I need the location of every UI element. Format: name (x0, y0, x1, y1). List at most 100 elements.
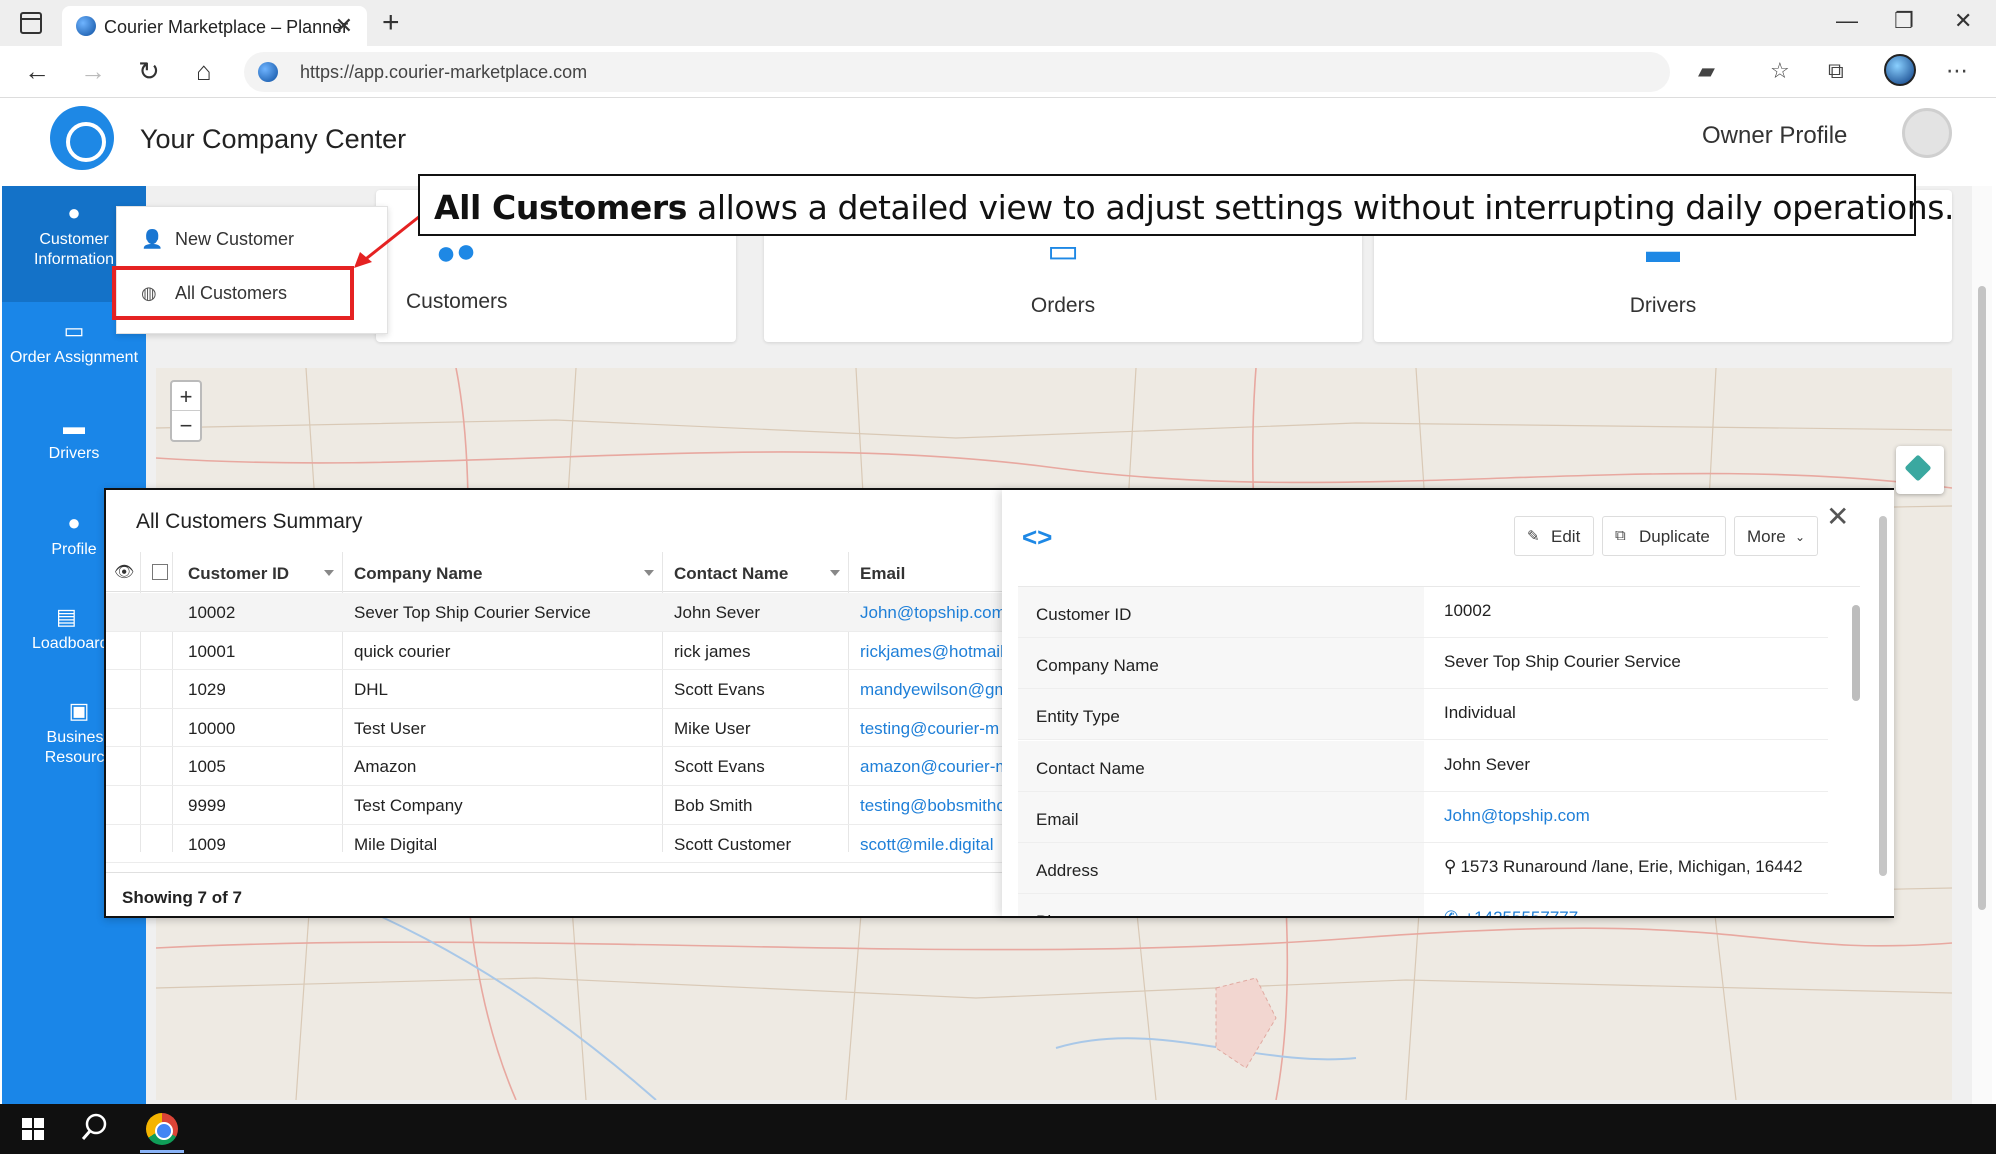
company-logo-icon[interactable] (50, 106, 114, 170)
highlight-box (112, 266, 354, 320)
favorites-icon[interactable]: ☆ (1770, 58, 1790, 84)
chrome-icon[interactable] (146, 1113, 178, 1145)
minimize-icon[interactable]: — (1836, 8, 1858, 34)
cell-company-name: Amazon (354, 757, 417, 777)
detail-field-value[interactable]: ✆ +14255557777 (1444, 908, 1578, 916)
home-icon[interactable]: ⌂ (196, 56, 212, 87)
cell-company-name: Mile Digital (354, 834, 438, 854)
owner-profile-link[interactable]: Owner Profile (1702, 122, 1847, 150)
pencil-icon: ✎ (1527, 528, 1540, 545)
url-field[interactable]: https://app.courier-marketplace.com (244, 52, 1670, 92)
search-icon[interactable] (80, 1112, 110, 1142)
detail-field-value[interactable]: John@topship.com (1444, 806, 1590, 826)
card-label: Drivers (1629, 294, 1697, 317)
avatar[interactable] (1902, 108, 1952, 158)
menu-item-new-customer[interactable]: 👤 New Customer (117, 219, 387, 259)
cell-email-link[interactable]: testing@bobsmithc (860, 796, 1004, 816)
sidebar-item-drivers[interactable]: ▬ Drivers (2, 416, 146, 496)
more-button-label: More (1747, 527, 1786, 546)
table-row[interactable]: 10000 Test User Mike User testing@courier-m (106, 709, 1004, 748)
customers-card-label: Customers (406, 290, 508, 313)
showing-count: Showing 7 of 7 (122, 888, 242, 907)
cell-contact-name: John Sever (674, 603, 760, 622)
sort-icon[interactable] (324, 570, 334, 576)
cell-company-name: Test Company (354, 796, 463, 815)
eye-icon[interactable]: 👁 (114, 562, 134, 582)
detail-field-row: Phone ✆ +14255557777 (1018, 894, 1828, 916)
more-dropdown-button[interactable]: More ⌄ (1734, 516, 1818, 556)
column-header-company-name[interactable]: Company Name (354, 564, 482, 584)
forward-icon[interactable]: → (80, 56, 106, 87)
detail-field-value: Sever Top Ship Courier Service (1444, 652, 1681, 672)
sidebar-item-label: Order Assignment (9, 349, 139, 366)
close-icon[interactable]: ✕ (1826, 500, 1849, 533)
column-header-contact-name[interactable]: Contact Name (674, 564, 788, 584)
cell-customer-id: 9999 (188, 796, 226, 815)
cell-email-link[interactable]: rickjames@hotmail (860, 642, 1004, 662)
cell-contact-name: Scott Customer (674, 834, 792, 854)
detail-scrollbar[interactable] (1852, 595, 1860, 905)
edit-button[interactable]: ✎ Edit (1514, 516, 1594, 556)
users-icon: ● (67, 510, 81, 535)
panel-scroll-thumb[interactable] (1879, 516, 1887, 876)
detail-field-list[interactable]: Customer ID 10002 Company Name Sever Top Sh… (1018, 586, 1860, 916)
table-row[interactable]: 1005 Amazon Scott Evans amazon@courier-m (106, 747, 1004, 786)
column-header-customer-id[interactable]: Customer ID (188, 564, 289, 584)
table-row[interactable]: 10002 Sever Top Ship Courier Service John … (106, 593, 1004, 632)
more-menu-icon[interactable]: ⋯ (1946, 58, 1968, 84)
panel-scrollbar[interactable] (1878, 496, 1888, 910)
sort-icon[interactable] (644, 570, 654, 576)
table-row[interactable]: 1029 DHL Scott Evans mandyewilson@gm (106, 670, 1004, 709)
browser-profile-icon[interactable] (1884, 54, 1916, 86)
detail-field-label: Company Name (1036, 656, 1159, 676)
table-row[interactable]: 1009 Mile Digital Scott Customer scott@mile… (106, 825, 1004, 864)
sort-icon[interactable] (830, 570, 840, 576)
table-header: 👁 Customer ID Company Name Contact Name … (106, 552, 1004, 592)
divider (106, 872, 1004, 873)
card-label: Orders (1030, 294, 1096, 317)
detail-key-cell (1018, 791, 1424, 842)
table-row[interactable]: 10001 quick courier rick james rickjames@ho… (106, 632, 1004, 671)
refresh-icon[interactable]: ↻ (138, 56, 160, 87)
map-layers-icon[interactable] (1896, 446, 1944, 494)
page-scrollbar[interactable] (1972, 186, 1992, 1104)
zoom-out-button[interactable]: − (172, 411, 200, 440)
windows-start-icon[interactable] (22, 1118, 44, 1140)
page-scroll-thumb[interactable] (1978, 286, 1986, 910)
expand-code-icon[interactable]: <> (1022, 522, 1052, 553)
cell-customer-id: 1029 (188, 680, 226, 700)
phone-icon: ✆ (1444, 908, 1458, 916)
table-row[interactable]: 9999 Test Company Bob Smith testing@bobsmit… (106, 786, 1004, 825)
cell-email-link[interactable]: John@topship.com (860, 603, 1004, 623)
duplicate-button[interactable]: ⧉ Duplicate (1602, 516, 1726, 556)
collections-icon[interactable]: ⧉ (1828, 58, 1844, 84)
tab-actions-icon[interactable] (20, 12, 42, 34)
detail-scroll-thumb[interactable] (1852, 605, 1860, 701)
monitor-icon: ▭ (1046, 232, 1080, 270)
cell-email-link[interactable]: amazon@courier-m (860, 757, 1004, 777)
zoom-in-button[interactable]: + (172, 382, 200, 411)
restore-icon[interactable]: ❐ (1894, 8, 1914, 34)
select-all-checkbox[interactable] (152, 564, 168, 580)
column-header-email[interactable]: Email (860, 564, 905, 584)
detail-field-value: 10002 (1444, 601, 1491, 621)
cell-company-name: Sever Top Ship Courier Service (354, 603, 591, 622)
browser-tab[interactable]: Courier Marketplace – Planner ✕ (62, 6, 367, 46)
tab-close-icon[interactable]: ✕ (335, 13, 353, 39)
site-favicon-icon (76, 16, 96, 36)
detail-field-label: Customer ID (1036, 605, 1132, 624)
duplicate-button-label: Duplicate (1639, 527, 1710, 546)
menu-item-label: New Customer (175, 229, 295, 249)
cell-email-link[interactable]: scott@mile.digital (860, 835, 1004, 855)
cell-company-name: Test User (354, 718, 426, 738)
cell-customer-id: 10000 (188, 718, 236, 738)
detail-field-value-text: +14255557777 (1464, 908, 1578, 916)
new-tab-button[interactable]: + (382, 6, 400, 40)
cell-email-link[interactable]: mandyewilson@gm (860, 680, 1004, 700)
cell-email-link[interactable]: testing@courier-m (860, 719, 1004, 739)
cell-contact-name: Scott Evans (674, 680, 765, 700)
back-icon[interactable]: ← (24, 56, 50, 87)
feedback-icon[interactable]: ▰ (1698, 58, 1715, 84)
window-close-icon[interactable]: ✕ (1954, 8, 1972, 34)
detail-field-value-text: John Sever (1444, 754, 1530, 774)
